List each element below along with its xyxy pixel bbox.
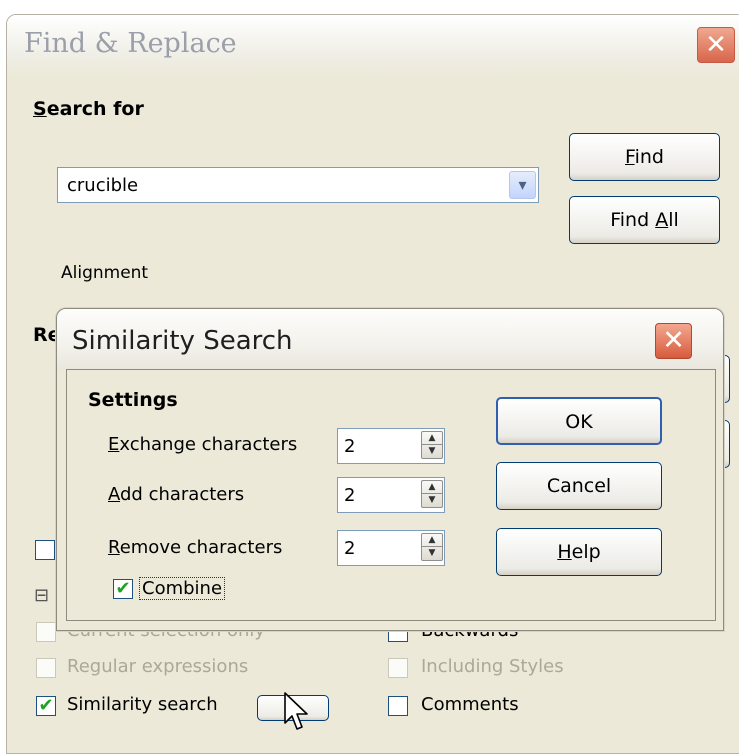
regex-label: Regular expressions <box>67 656 249 677</box>
spin-down-icon[interactable]: ▼ <box>422 494 442 507</box>
spin-up-icon[interactable]: ▲ <box>422 481 442 494</box>
find-replace-close-button[interactable]: ✕ <box>697 27 735 63</box>
alignment-label: Alignment <box>61 263 149 283</box>
comments-checkbox[interactable] <box>388 696 408 716</box>
add-characters-spinner[interactable]: ▲ ▼ <box>421 480 443 508</box>
find-button[interactable]: Find <box>569 133 720 181</box>
search-for-label-accel: S <box>33 98 47 120</box>
cancel-button[interactable]: Cancel <box>496 462 662 510</box>
help-button[interactable]: Help <box>496 528 662 576</box>
similarity-search-title: Similarity Search <box>72 326 293 356</box>
comments-label: Comments <box>421 694 519 715</box>
chevron-down-icon[interactable]: ▾ <box>509 171 536 199</box>
search-for-label-rest: earch for <box>46 98 144 120</box>
spin-down-icon[interactable]: ▼ <box>422 547 442 560</box>
regex-checkbox[interactable] <box>36 658 56 678</box>
remove-characters-spinner[interactable]: ▲ ▼ <box>421 533 443 561</box>
collapse-icon[interactable]: ⊟ <box>34 585 49 606</box>
close-icon: ✕ <box>662 325 685 356</box>
exchange-characters-label: Exchange characters <box>108 434 298 455</box>
spin-up-icon[interactable]: ▲ <box>422 432 442 445</box>
check-icon: ✔ <box>38 695 54 716</box>
find-button-rest: ind <box>634 146 664 168</box>
find-replace-title: Find & Replace <box>24 28 237 59</box>
including-styles-label: Including Styles <box>421 656 564 677</box>
search-for-label: Search for <box>33 98 144 120</box>
find-all-button[interactable]: Find All <box>569 196 720 244</box>
remove-characters-label: Remove characters <box>108 537 283 558</box>
close-icon: ✕ <box>705 30 727 60</box>
spin-up-icon[interactable]: ▲ <box>422 534 442 547</box>
help-button-rest: elp <box>571 541 601 563</box>
current-selection-checkbox[interactable] <box>36 622 56 642</box>
check-icon: ✔ <box>115 578 131 599</box>
similarity-close-button[interactable]: ✕ <box>655 323 692 359</box>
search-input[interactable]: crucible <box>57 167 539 203</box>
mouse-cursor-icon <box>284 692 308 730</box>
add-characters-label: Add characters <box>108 484 245 505</box>
match-case-checkbox[interactable] <box>35 540 55 560</box>
help-button-accel: H <box>557 541 572 563</box>
settings-heading: Settings <box>88 389 178 411</box>
exchange-characters-spinner[interactable]: ▲ ▼ <box>421 431 443 459</box>
spin-down-icon[interactable]: ▼ <box>422 445 442 458</box>
similarity-search-checkbox[interactable]: ✔ <box>36 696 56 716</box>
combine-label: Combine <box>139 577 226 600</box>
combine-checkbox[interactable]: ✔ <box>113 579 133 599</box>
ok-button[interactable]: OK <box>496 397 662 445</box>
similarity-search-label: Similarity search <box>67 694 218 715</box>
find-button-accel: F <box>625 146 635 168</box>
including-styles-checkbox[interactable] <box>388 658 408 678</box>
find-all-button-label: Find All <box>610 209 679 231</box>
